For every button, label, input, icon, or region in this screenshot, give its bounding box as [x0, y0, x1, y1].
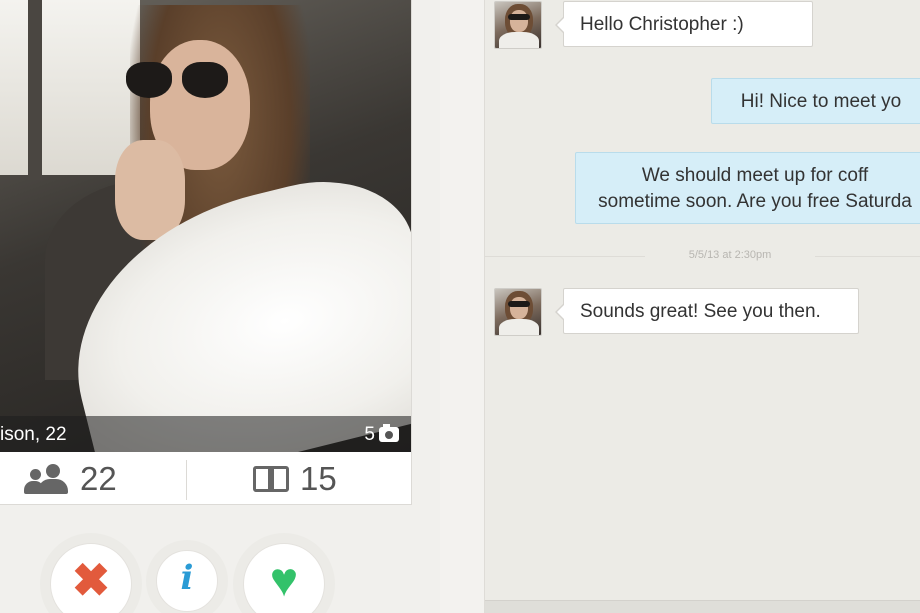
profile-name-age: ison, 22	[0, 424, 67, 445]
book-icon	[252, 464, 292, 494]
message-text: Hi! Nice to meet yo	[740, 91, 902, 112]
message-bubble-outgoing: We should meet up for coff sometime soon…	[575, 152, 920, 224]
message-text: Sounds great! See you then.	[580, 301, 821, 322]
info-button[interactable]: i	[156, 550, 218, 612]
stats-divider	[186, 460, 187, 500]
message-text: Hello Christopher :)	[580, 14, 744, 35]
photo-count: 5	[364, 424, 375, 445]
car-window	[0, 0, 140, 175]
nope-button[interactable]: ✖	[50, 543, 132, 613]
common-friends-stat[interactable]: 22	[24, 452, 117, 505]
friends-count: 22	[80, 459, 117, 497]
divider-line	[485, 256, 645, 257]
info-icon: i	[180, 558, 194, 598]
timestamp-divider: 5/5/13 at 2:30pm	[485, 246, 920, 266]
match-avatar[interactable]	[494, 1, 542, 49]
profile-screen: ison, 22 5 22 15 ✖ i ♥	[0, 0, 440, 613]
profile-card[interactable]: ison, 22 5 22 15	[0, 0, 412, 505]
message-bubble-incoming: Hello Christopher :)	[555, 1, 813, 47]
message-bubble-incoming: Sounds great! See you then.	[555, 288, 859, 334]
window-post	[28, 0, 42, 180]
friends-icon	[24, 463, 72, 494]
message-bubble-outgoing: Hi! Nice to meet yo	[711, 78, 920, 124]
message-text-line: We should meet up for coff	[641, 165, 869, 186]
photo-caption-bar: ison, 22 5	[0, 416, 411, 452]
camera-icon	[379, 424, 399, 442]
x-icon: ✖	[71, 554, 111, 606]
like-button[interactable]: ♥	[243, 543, 325, 613]
divider-line	[815, 256, 920, 257]
photo-hand	[115, 140, 185, 240]
match-avatar[interactable]	[494, 288, 542, 336]
chat-screen: Hello Christopher :) Hi! Nice to meet yo…	[484, 0, 920, 613]
photo-sunglasses	[126, 62, 228, 100]
message-input-bar[interactable]	[485, 600, 920, 613]
profile-stats: 22 15	[0, 452, 411, 505]
interests-count: 15	[300, 459, 337, 497]
message-text-line: sometime soon. Are you free Saturda	[598, 191, 912, 212]
common-interests-stat[interactable]: 15	[252, 452, 337, 505]
message-timestamp: 5/5/13 at 2:30pm	[688, 249, 772, 261]
heart-icon: ♥	[269, 553, 299, 607]
profile-photo[interactable]: ison, 22 5	[0, 0, 411, 452]
